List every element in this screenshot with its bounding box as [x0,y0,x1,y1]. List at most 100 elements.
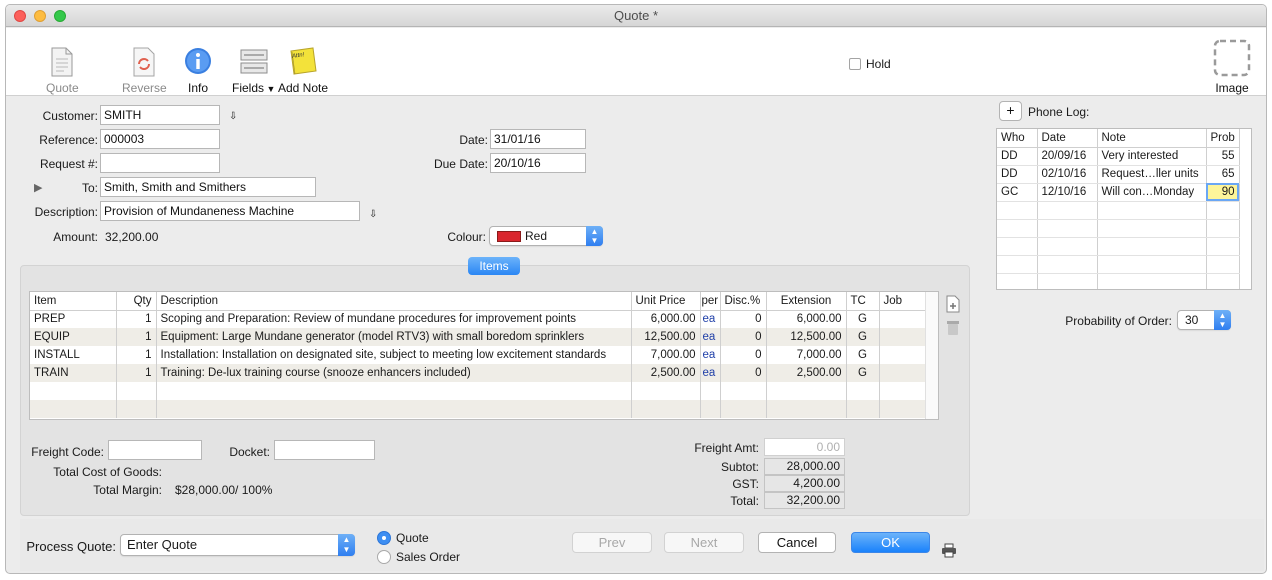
cell-per[interactable]: ea [700,364,721,382]
cell-unit-price[interactable]: 6,000.00 [631,310,701,328]
request-field[interactable] [100,153,220,173]
cell-description[interactable]: Training: De-lux training course (snooze… [156,364,632,382]
cell-disc[interactable]: 0 [720,364,767,382]
cell-tc[interactable]: G [846,346,880,364]
table-row[interactable]: GC 12/10/16 Will con…Monday 90 [997,183,1240,202]
cell-who[interactable]: DD [997,147,1038,166]
cell-disc[interactable]: 0 [720,310,767,328]
col-header-job[interactable]: Job [879,292,926,311]
cell-date[interactable]: 02/10/16 [1037,165,1098,184]
cell-prob[interactable]: 65 [1206,165,1240,184]
cell-note[interactable]: Very interested [1097,147,1207,166]
table-row-empty[interactable] [30,382,926,400]
items-scrollbar[interactable] [925,292,938,419]
cell-item[interactable]: TRAIN [30,364,117,382]
cell-item[interactable]: EQUIP [30,328,117,346]
radio-sales-order[interactable] [377,550,391,564]
cell-prob[interactable]: 55 [1206,147,1240,166]
colour-popup[interactable]: Red ▲ ▼ [489,226,603,246]
cell-qty[interactable]: 1 [116,346,157,364]
cell-date[interactable]: 12/10/16 [1037,183,1098,202]
lookup-arrow-icon[interactable]: ⇩ [229,111,237,122]
ok-button[interactable]: OK [851,532,930,553]
cell-per[interactable]: ea [700,310,721,328]
table-row[interactable]: TRAIN 1 Training: De-lux training course (… [30,364,926,382]
cell-qty[interactable]: 1 [116,310,157,328]
col-header-tc[interactable]: TC [846,292,880,311]
prev-button[interactable]: Prev [572,532,652,553]
cell-item[interactable]: PREP [30,310,117,328]
cell-qty[interactable]: 1 [116,328,157,346]
table-row-empty[interactable] [997,201,1240,220]
next-button[interactable]: Next [664,532,744,553]
col-header-extension[interactable]: Extension [766,292,847,311]
col-header-who[interactable]: Who [997,129,1038,148]
cell-qty[interactable]: 1 [116,364,157,382]
cell-tc[interactable]: G [846,328,880,346]
image-toolbar-button[interactable]: Image [1212,38,1252,95]
cell-prob-editing[interactable]: 90 [1206,183,1240,202]
cell-note[interactable]: Will con…Monday [1097,183,1207,202]
table-row[interactable]: DD 02/10/16 Request…ller units 65 [997,165,1240,184]
col-header-date[interactable]: Date [1037,129,1098,148]
cell-tc[interactable]: G [846,364,880,382]
table-row-empty[interactable] [997,219,1240,238]
table-row-empty[interactable] [997,237,1240,256]
cell-item[interactable]: INSTALL [30,346,117,364]
cell-extension[interactable]: 2,500.00 [766,364,847,382]
col-header-description[interactable]: Description [156,292,632,311]
delete-row-icon[interactable] [946,320,960,336]
table-row-empty[interactable] [997,255,1240,274]
zoom-window-button[interactable] [54,10,66,22]
col-header-per[interactable]: per [700,292,721,311]
cell-unit-price[interactable]: 7,000.00 [631,346,701,364]
cell-per[interactable]: ea [700,346,721,364]
cell-extension[interactable]: 7,000.00 [766,346,847,364]
cell-extension[interactable]: 6,000.00 [766,310,847,328]
col-header-note[interactable]: Note [1097,129,1207,148]
to-field[interactable]: Smith, Smith and Smithers [100,177,316,197]
cell-disc[interactable]: 0 [720,346,767,364]
process-quote-popup[interactable]: Enter Quote ▲ ▼ [120,534,355,556]
col-header-prob[interactable]: Prob [1206,129,1240,148]
cell-description[interactable]: Scoping and Preparation: Review of munda… [156,310,632,328]
table-row[interactable]: INSTALL 1 Installation: Installation on de… [30,346,926,364]
cancel-button[interactable]: Cancel [758,532,836,553]
customer-field[interactable]: SMITH [100,105,220,125]
add-row-icon[interactable] [945,295,961,313]
docket-field[interactable] [274,440,375,460]
col-header-unit-price[interactable]: Unit Price [631,292,701,311]
add-phone-log-button[interactable]: + [999,101,1022,121]
lookup-arrow-icon[interactable]: ⇩ [369,209,377,220]
cell-who[interactable]: DD [997,165,1038,184]
cell-date[interactable]: 20/09/16 [1037,147,1098,166]
cell-job[interactable] [879,364,926,382]
date-field[interactable]: 31/01/16 [490,129,586,149]
quote-toolbar-button[interactable]: Quote [46,46,79,95]
table-row[interactable]: DD 20/09/16 Very interested 55 [997,147,1240,166]
col-header-disc[interactable]: Disc.% [720,292,767,311]
table-row[interactable]: PREP 1 Scoping and Preparation: Review of … [30,310,926,328]
table-row-empty[interactable] [997,273,1240,289]
cell-extension[interactable]: 12,500.00 [766,328,847,346]
cell-unit-price[interactable]: 2,500.00 [631,364,701,382]
hold-checkbox[interactable] [849,58,861,70]
printer-icon[interactable] [941,543,957,558]
reference-field[interactable]: 000003 [100,129,220,149]
cell-job[interactable] [879,328,926,346]
freight-code-field[interactable] [108,440,202,460]
table-row-empty[interactable] [30,400,926,418]
table-row[interactable]: EQUIP 1 Equipment: Large Mundane generator… [30,328,926,346]
minimize-window-button[interactable] [34,10,46,22]
due-date-field[interactable]: 20/10/16 [490,153,586,173]
probability-popup[interactable]: 30 ▲ ▼ [1177,310,1231,330]
items-tab[interactable]: Items [468,257,520,275]
cell-description[interactable]: Equipment: Large Mundane generator (mode… [156,328,632,346]
reverse-toolbar-button[interactable]: Reverse [122,46,167,95]
cell-per[interactable]: ea [700,328,721,346]
cell-description[interactable]: Installation: Installation on designated… [156,346,632,364]
cell-unit-price[interactable]: 12,500.00 [631,328,701,346]
cell-tc[interactable]: G [846,310,880,328]
radio-quote[interactable] [377,531,391,545]
cell-job[interactable] [879,346,926,364]
